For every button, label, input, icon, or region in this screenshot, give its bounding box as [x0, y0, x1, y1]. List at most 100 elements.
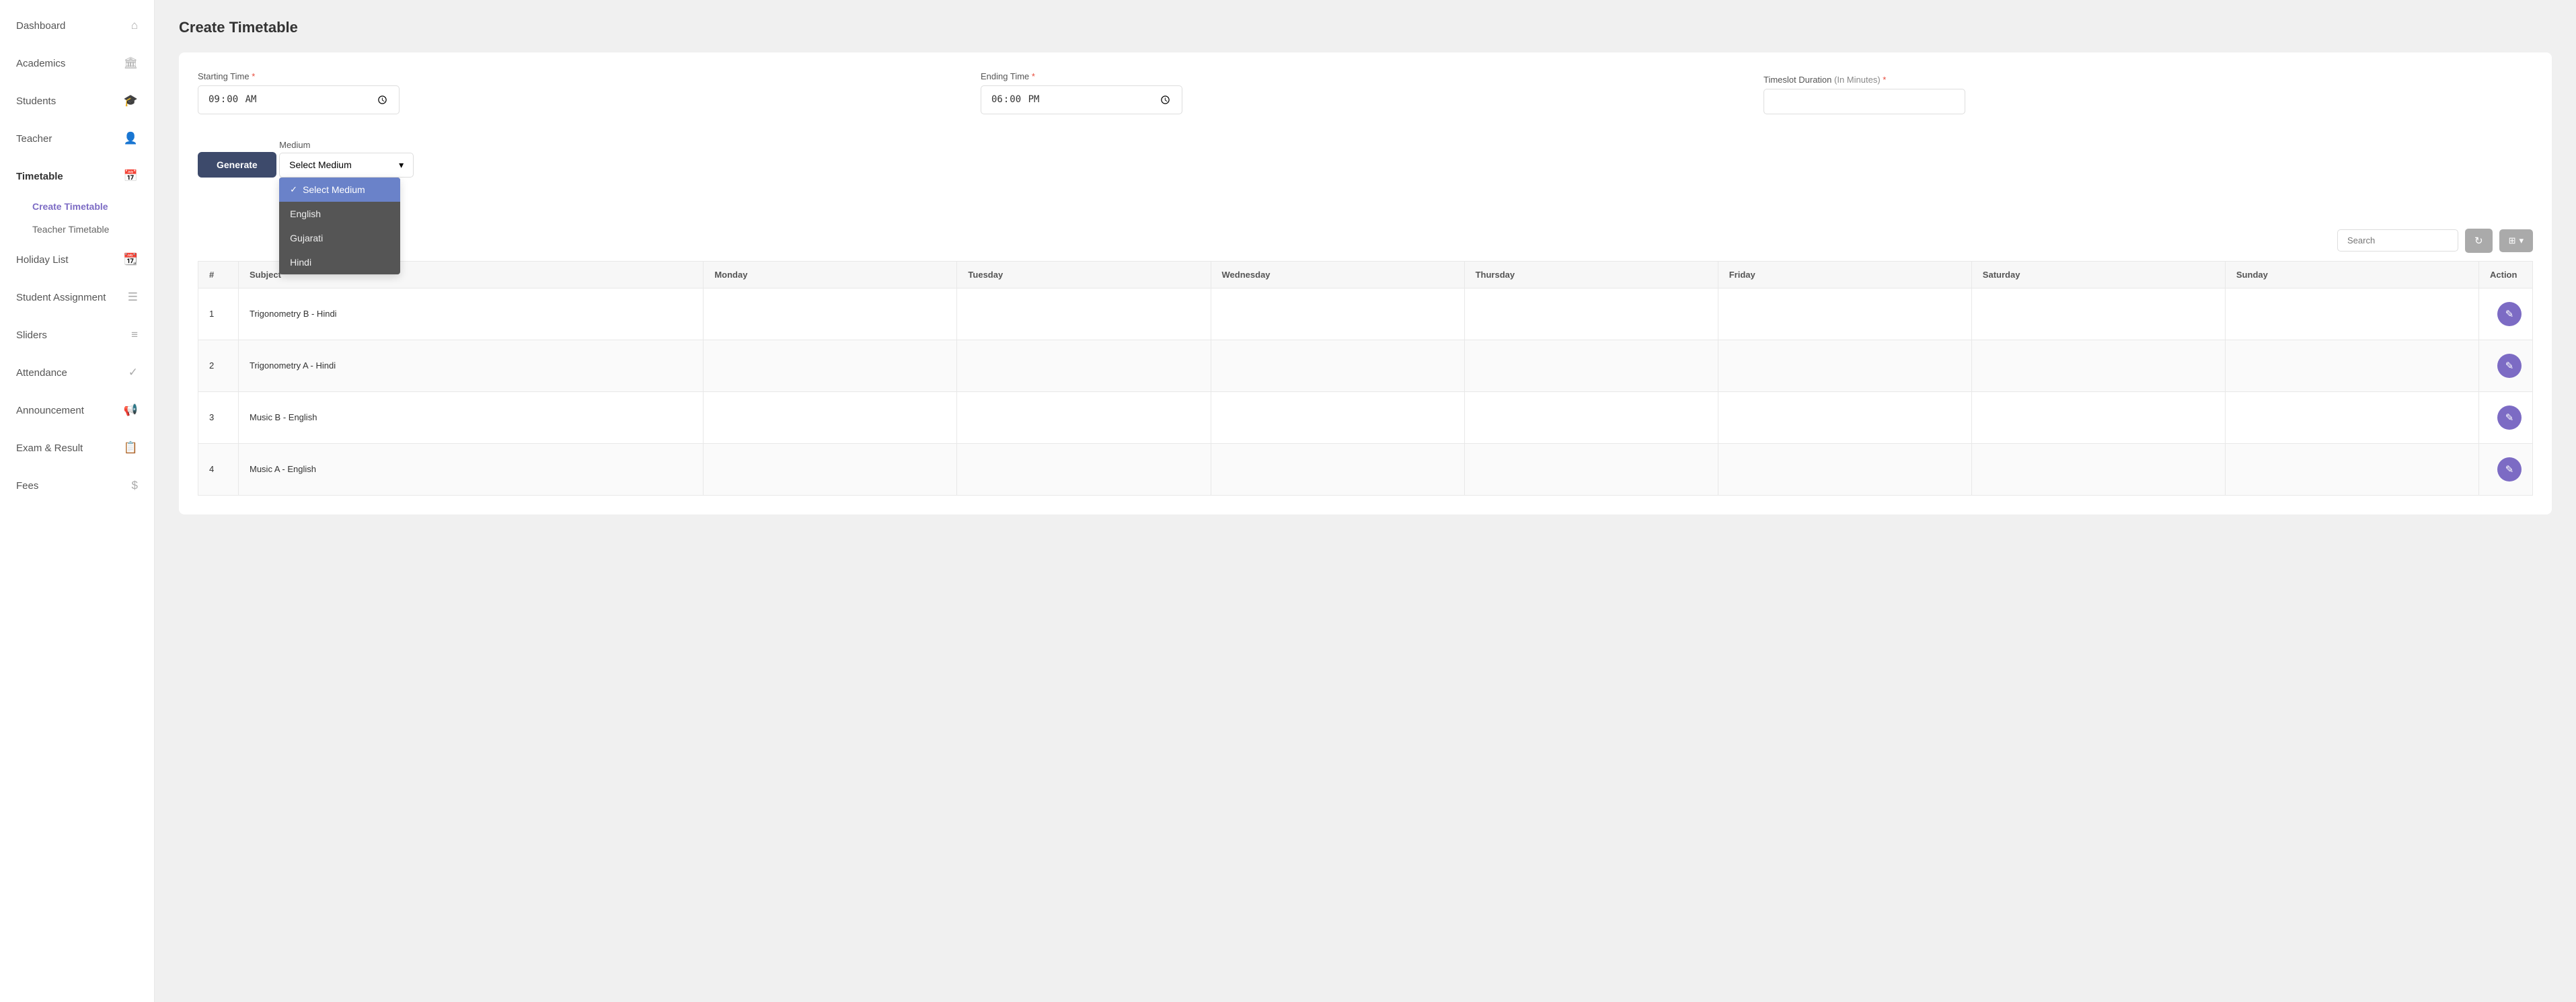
home-icon: ⌂ [131, 19, 138, 32]
cell-saturday [1971, 391, 2225, 443]
col-number: # [198, 261, 239, 288]
exam-icon: 📋 [124, 441, 138, 455]
col-saturday: Saturday [1971, 261, 2225, 288]
page-title: Create Timetable [179, 19, 2552, 36]
cell-sunday [2225, 340, 2478, 391]
cell-tuesday [957, 288, 1211, 340]
cell-saturday [1971, 340, 2225, 391]
col-sunday: Sunday [2225, 261, 2478, 288]
sidebar-item-academics[interactable]: Academics 🏛 [0, 44, 154, 82]
refresh-button[interactable]: ↻ [2465, 229, 2493, 253]
sidebar-item-teacher[interactable]: Teacher 👤 [0, 120, 154, 157]
edit-button-row-4[interactable]: ✎ [2497, 457, 2522, 481]
sidebar-item-holiday-list[interactable]: Holiday List 📆 [0, 241, 154, 278]
academics-icon: 🏛 [123, 56, 138, 70]
col-tuesday: Tuesday [957, 261, 1211, 288]
cell-action: ✎ [2479, 443, 2533, 495]
cell-thursday [1464, 391, 1718, 443]
table-head: # Subject Monday Tuesday Wednesday Thurs… [198, 261, 2533, 288]
time-form-row: Starting Time * Ending Time * Timeslot D… [198, 71, 2533, 114]
cell-subject: Music A - English [239, 443, 704, 495]
announcement-icon: 📢 [124, 403, 138, 417]
chevron-down-icon: ▾ [399, 159, 404, 171]
cell-action: ✎ [2479, 288, 2533, 340]
sidebar-item-dashboard[interactable]: Dashboard ⌂ [0, 7, 154, 44]
refresh-icon: ↻ [2474, 235, 2483, 247]
ending-time-label: Ending Time * [981, 71, 1750, 81]
cell-monday [704, 443, 957, 495]
table-row: 3 Music B - English ✎ [198, 391, 2533, 443]
cell-number: 4 [198, 443, 239, 495]
starting-time-label: Starting Time * [198, 71, 967, 81]
timetable-submenu: Create Timetable Teacher Timetable [0, 195, 154, 241]
columns-arrow-icon: ▾ [2519, 235, 2524, 246]
fees-icon: $ [132, 479, 138, 492]
sidebar-item-label: Holiday List [16, 254, 69, 266]
cell-tuesday [957, 443, 1211, 495]
ending-time-group: Ending Time * [981, 71, 1750, 114]
generate-button[interactable]: Generate [198, 152, 276, 178]
cell-friday [1718, 288, 1971, 340]
holiday-icon: 📆 [124, 253, 138, 266]
sidebar-item-attendance[interactable]: Attendance ✓ [0, 354, 154, 391]
timeslot-group: Timeslot Duration (In Minutes) * 60 [1764, 75, 2533, 114]
col-thursday: Thursday [1464, 261, 1718, 288]
timeslot-input[interactable]: 60 [1764, 89, 1965, 114]
medium-selected-value: Select Medium [289, 159, 352, 170]
columns-icon: ⊞ [2509, 235, 2516, 246]
edit-button-row-3[interactable]: ✎ [2497, 406, 2522, 430]
cell-friday [1718, 443, 1971, 495]
search-input[interactable] [2337, 229, 2458, 252]
sidebar-item-announcement[interactable]: Announcement 📢 [0, 391, 154, 429]
sidebar-item-timetable[interactable]: Timetable 📅 [0, 157, 154, 195]
sidebar-item-create-timetable[interactable]: Create Timetable [24, 195, 154, 218]
sidebar-item-sliders[interactable]: Sliders ≡ [0, 316, 154, 354]
sidebar-item-teacher-timetable[interactable]: Teacher Timetable [24, 218, 154, 241]
cell-thursday [1464, 340, 1718, 391]
cell-wednesday [1211, 391, 1464, 443]
cell-saturday [1971, 443, 2225, 495]
cell-wednesday [1211, 288, 1464, 340]
starting-time-group: Starting Time * [198, 71, 967, 114]
edit-button-row-1[interactable]: ✎ [2497, 302, 2522, 326]
table-header-row: # Subject Monday Tuesday Wednesday Thurs… [198, 261, 2533, 288]
cell-number: 1 [198, 288, 239, 340]
edit-button-row-2[interactable]: ✎ [2497, 354, 2522, 378]
table-row: 1 Trigonometry B - Hindi ✎ [198, 288, 2533, 340]
cell-saturday [1971, 288, 2225, 340]
medium-dropdown-area: Medium Select Medium ▾ ✓ Select Medium E… [279, 140, 414, 178]
dropdown-option-hindi[interactable]: Hindi [279, 250, 400, 274]
ending-time-input[interactable] [981, 85, 1182, 114]
sidebar-item-student-assignment[interactable]: Student Assignment ☰ [0, 278, 154, 316]
main-content: Create Timetable Starting Time * Ending … [155, 0, 2576, 1002]
cell-friday [1718, 340, 1971, 391]
col-action: Action [2479, 261, 2533, 288]
sidebar: Dashboard ⌂ Academics 🏛 Students 🎓 Teach… [0, 0, 155, 1002]
cell-monday [704, 340, 957, 391]
col-monday: Monday [704, 261, 957, 288]
sidebar-item-label: Teacher [16, 133, 52, 145]
cell-action: ✎ [2479, 391, 2533, 443]
cell-tuesday [957, 391, 1211, 443]
dropdown-option-english[interactable]: English [279, 202, 400, 226]
cell-thursday [1464, 443, 1718, 495]
dropdown-option-select[interactable]: ✓ Select Medium [279, 178, 400, 202]
teacher-icon: 👤 [124, 132, 138, 145]
medium-dropdown-menu: ✓ Select Medium English Gujarati Hindi [279, 178, 400, 274]
cell-subject: Trigonometry A - Hindi [239, 340, 704, 391]
sidebar-item-students[interactable]: Students 🎓 [0, 82, 154, 120]
cell-monday [704, 288, 957, 340]
sidebar-item-exam-result[interactable]: Exam & Result 📋 [0, 429, 154, 467]
table-row: 4 Music A - English ✎ [198, 443, 2533, 495]
sidebar-item-label: Timetable [16, 171, 63, 182]
dropdown-option-gujarati[interactable]: Gujarati [279, 226, 400, 250]
sidebar-item-label: Academics [16, 58, 65, 69]
col-friday: Friday [1718, 261, 1971, 288]
sliders-icon: ≡ [131, 328, 138, 342]
cell-sunday [2225, 288, 2478, 340]
medium-dropdown-trigger[interactable]: Select Medium ▾ [279, 153, 414, 178]
sidebar-item-fees[interactable]: Fees $ [0, 467, 154, 504]
columns-button[interactable]: ⊞ ▾ [2499, 229, 2533, 252]
starting-time-input[interactable] [198, 85, 400, 114]
sidebar-item-label: Attendance [16, 367, 67, 379]
